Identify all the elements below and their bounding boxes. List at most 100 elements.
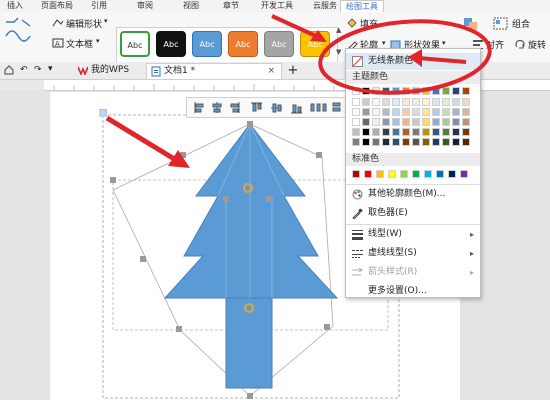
theme-color-swatch[interactable]	[402, 128, 410, 136]
theme-color-swatch[interactable]	[382, 118, 390, 126]
theme-color-swatch[interactable]	[442, 98, 450, 106]
style-swatch-6[interactable]: Abc	[300, 31, 330, 57]
color-picker-option[interactable]: 取色器(E)	[346, 205, 480, 222]
theme-color-swatch[interactable]	[442, 128, 450, 136]
style-swatch-1[interactable]: Abc	[120, 31, 150, 57]
theme-color-swatch[interactable]	[442, 108, 450, 116]
theme-color-swatch[interactable]	[382, 128, 390, 136]
theme-color-swatch[interactable]	[402, 118, 410, 126]
theme-color-swatch[interactable]	[442, 138, 450, 146]
theme-color-swatch[interactable]	[352, 108, 360, 116]
theme-color-swatch[interactable]	[432, 118, 440, 126]
theme-color-swatch[interactable]	[412, 87, 420, 95]
rotate-button[interactable]: 旋转	[528, 38, 546, 51]
home-icon[interactable]	[4, 65, 14, 75]
undo-icon[interactable]: ↶	[20, 65, 28, 75]
menu-tab-sections[interactable]: 章节	[218, 0, 244, 12]
theme-color-swatch[interactable]	[462, 87, 470, 95]
gallery-scroll-up-icon[interactable]: ▲	[336, 26, 341, 34]
theme-color-swatch[interactable]	[392, 128, 400, 136]
menu-tab-developer[interactable]: 开发工具	[256, 0, 298, 12]
theme-color-swatch[interactable]	[372, 98, 380, 106]
theme-color-swatch[interactable]	[452, 118, 460, 126]
theme-color-swatch[interactable]	[362, 98, 370, 106]
standard-color-swatch[interactable]	[352, 170, 360, 178]
style-swatch-5[interactable]: Abc	[264, 31, 294, 57]
theme-color-swatch[interactable]	[462, 98, 470, 106]
menu-tab-view[interactable]: 视图	[178, 0, 204, 12]
theme-color-swatch[interactable]	[362, 87, 370, 95]
dash-type-option[interactable]: 虚线线型(S) ▸	[346, 245, 480, 262]
theme-color-swatch[interactable]	[432, 138, 440, 146]
standard-color-swatch[interactable]	[412, 170, 420, 178]
theme-color-swatch[interactable]	[402, 108, 410, 116]
theme-color-swatch[interactable]	[432, 108, 440, 116]
theme-color-swatch[interactable]	[382, 98, 390, 106]
line-type-option[interactable]: 线型(W) ▸	[346, 226, 480, 243]
theme-color-swatch[interactable]	[372, 138, 380, 146]
quick-access-more-icon[interactable]: ▾	[48, 64, 53, 74]
edit-shape-button[interactable]: 编辑形状	[66, 17, 102, 30]
theme-color-swatch[interactable]	[462, 128, 470, 136]
theme-color-swatch[interactable]	[372, 108, 380, 116]
theme-color-swatch[interactable]	[392, 98, 400, 106]
style-swatch-3[interactable]: Abc	[192, 31, 222, 57]
theme-color-swatch[interactable]	[452, 128, 460, 136]
style-swatch-2[interactable]: Abc	[156, 31, 186, 57]
gallery-more-icon[interactable]: ▼	[336, 48, 341, 56]
menu-tab-references[interactable]: 引用	[86, 0, 112, 12]
no-line-color-option[interactable]: 无线条颜色	[346, 53, 480, 70]
theme-color-swatch[interactable]	[422, 138, 430, 146]
new-tab-button[interactable]: +	[286, 63, 300, 78]
theme-color-swatch[interactable]	[402, 138, 410, 146]
align-button[interactable]: 对齐	[486, 38, 504, 51]
redo-icon[interactable]: ↷	[34, 65, 42, 75]
theme-color-swatch[interactable]	[402, 87, 410, 95]
theme-color-swatch[interactable]	[382, 87, 390, 95]
standard-color-swatch[interactable]	[364, 170, 372, 178]
menu-tab-insert[interactable]: 插入	[2, 0, 28, 12]
theme-color-swatch[interactable]	[362, 108, 370, 116]
theme-color-swatch[interactable]	[412, 98, 420, 106]
theme-color-swatch[interactable]	[452, 108, 460, 116]
theme-color-swatch[interactable]	[412, 108, 420, 116]
outline-dropdown-icon[interactable]: ▾	[382, 39, 386, 47]
text-box-button[interactable]: 文本框	[66, 37, 93, 50]
menu-tab-cloud[interactable]: 云服务	[308, 0, 342, 12]
standard-color-swatch[interactable]	[388, 170, 396, 178]
theme-color-swatch[interactable]	[452, 138, 460, 146]
more-settings-option[interactable]: 更多设置(O)...	[346, 283, 480, 300]
theme-color-swatch[interactable]	[462, 118, 470, 126]
standard-color-swatch[interactable]	[436, 170, 444, 178]
theme-color-swatch[interactable]	[352, 128, 360, 136]
theme-color-swatch[interactable]	[362, 138, 370, 146]
text-box-dropdown-icon[interactable]: ▾	[96, 37, 100, 45]
group-button[interactable]: 组合	[512, 17, 530, 30]
theme-color-swatch[interactable]	[392, 108, 400, 116]
theme-color-swatch[interactable]	[372, 128, 380, 136]
theme-color-swatch[interactable]	[422, 108, 430, 116]
theme-color-swatch[interactable]	[382, 138, 390, 146]
theme-color-swatch[interactable]	[422, 87, 430, 95]
theme-color-swatch[interactable]	[462, 108, 470, 116]
theme-color-swatch[interactable]	[432, 98, 440, 106]
theme-color-swatch[interactable]	[352, 98, 360, 106]
theme-color-swatch[interactable]	[442, 87, 450, 95]
standard-color-swatch[interactable]	[400, 170, 408, 178]
theme-color-swatch[interactable]	[422, 118, 430, 126]
theme-color-swatch[interactable]	[352, 118, 360, 126]
theme-color-swatch[interactable]	[352, 138, 360, 146]
theme-color-swatch[interactable]	[452, 98, 460, 106]
theme-color-swatch[interactable]	[372, 118, 380, 126]
theme-color-swatch[interactable]	[352, 87, 360, 95]
theme-color-swatch[interactable]	[392, 138, 400, 146]
standard-color-swatch[interactable]	[448, 170, 456, 178]
menu-tab-page-layout[interactable]: 页面布局	[36, 0, 78, 12]
theme-color-swatch[interactable]	[372, 87, 380, 95]
arrow-style-option[interactable]: 箭头样式(R) ▸	[346, 264, 480, 281]
theme-color-swatch[interactable]	[432, 87, 440, 95]
arrange-icon[interactable]	[462, 16, 480, 32]
theme-color-swatch[interactable]	[432, 128, 440, 136]
theme-color-swatch[interactable]	[422, 98, 430, 106]
more-outline-colors-option[interactable]: 其他轮廓颜色(M)...	[346, 186, 480, 203]
